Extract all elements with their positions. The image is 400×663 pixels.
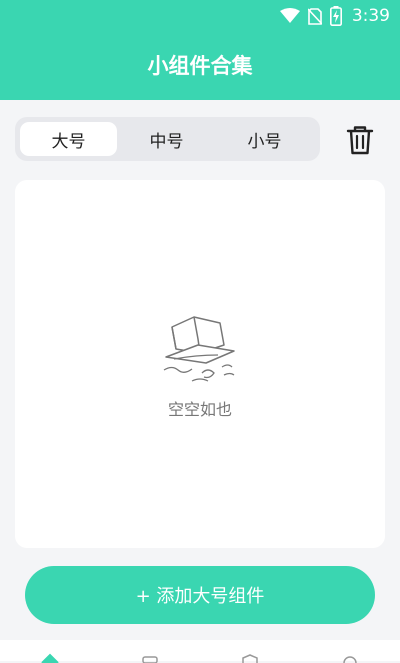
status-time: 3:39 <box>351 6 390 26</box>
add-widget-button[interactable]: + 添加大号组件 <box>25 566 375 624</box>
app-header: 3:39 小组件合集 <box>0 0 400 100</box>
no-sim-icon <box>307 7 322 25</box>
trash-icon[interactable] <box>345 124 375 156</box>
page-title: 小组件合集 <box>147 54 253 78</box>
empty-state-text: 空空如也 <box>167 400 232 419</box>
widget-icon[interactable] <box>140 653 160 663</box>
shield-icon[interactable] <box>240 653 260 663</box>
status-bar: 3:39 <box>0 0 400 32</box>
bottom-nav <box>0 640 400 663</box>
tab-medium[interactable]: 中号 <box>118 122 215 156</box>
home-icon[interactable] <box>40 653 60 663</box>
battery-charging-icon <box>329 6 342 26</box>
status-icons: 3:39 <box>279 5 390 27</box>
tab-small[interactable]: 小号 <box>216 122 313 156</box>
tab-large[interactable]: 大号 <box>20 122 117 156</box>
empty-box-icon <box>163 316 235 382</box>
size-segmented-control: 大号 中号 小号 <box>15 117 320 161</box>
wifi-icon <box>279 8 300 23</box>
profile-icon[interactable] <box>340 653 360 663</box>
